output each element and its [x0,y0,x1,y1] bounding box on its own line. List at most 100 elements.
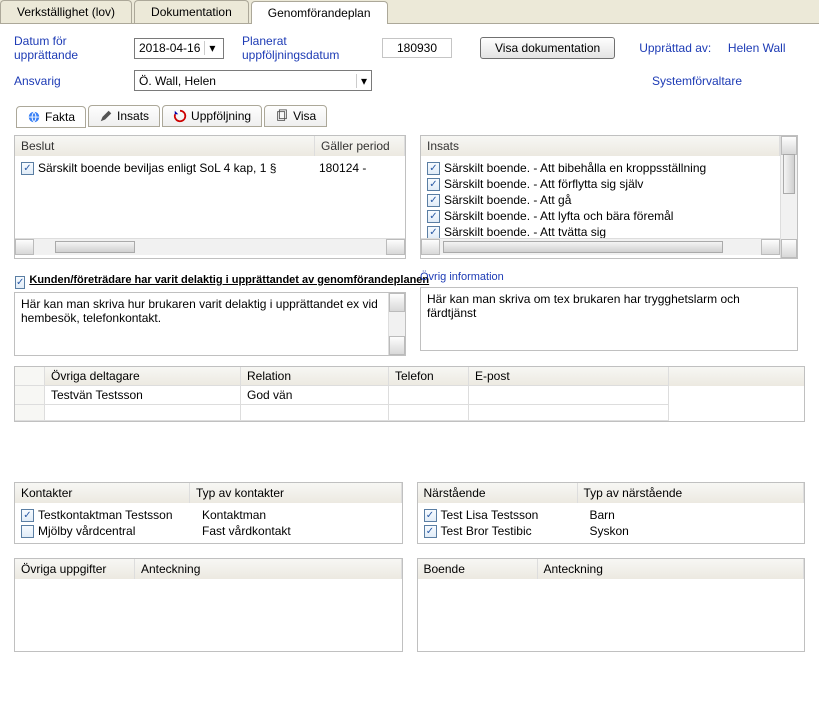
vertical-scrollbar[interactable] [780,136,797,258]
insats-text: Särskilt boende. - Att förflytta sig sjä… [444,177,643,191]
checkbox-icon[interactable]: ✓ [427,210,440,223]
narst-typ-header: Typ av närstående [578,483,805,503]
insats-text: Särskilt boende. - Att tvätta sig [444,225,606,238]
list-item[interactable]: ✓ Mjölby vårdcentral Fast vårdkontakt [21,523,396,539]
checkbox-icon[interactable]: ✓ [427,162,440,175]
checkbox-icon[interactable]: ✓ [424,509,437,522]
insats-header: Insats [421,136,780,156]
created-by-label: Upprättad av: [639,41,711,55]
refresh-icon [173,109,187,123]
insats-text: Särskilt boende. - Att bibehålla en krop… [444,161,706,175]
chevron-down-icon[interactable]: ▾ [204,41,215,55]
list-item[interactable]: ✓ Testkontaktman Testsson Kontaktman [21,507,396,523]
checkbox-icon[interactable]: ✓ [21,525,34,538]
narst-namn: Test Lisa Testsson [441,508,586,522]
tab-verkstallighet[interactable]: Verkställighet (lov) [0,0,132,23]
tab-dokumentation[interactable]: Dokumentation [134,0,249,23]
col-ovriga-deltagare: Övriga deltagare [45,367,241,386]
sub-tab-bar: Fakta Insats Uppföljning Visa [16,105,819,127]
narst-header: Närstående [418,483,578,503]
responsible-label: Ansvarig [14,74,134,88]
tab-uppfoljning-label: Uppföljning [191,109,251,123]
ovriga-uppg-header: Övriga uppgifter [15,559,135,579]
kontakter-panel: Kontakter Typ av kontakter ✓ Testkontakt… [14,482,403,544]
tab-visa-label: Visa [293,109,316,123]
narst-namn: Test Bror Testibic [441,524,586,538]
date-value: 2018-04-16 [139,41,200,55]
insats-row[interactable]: ✓ Särskilt boende. - Att förflytta sig sj… [427,176,774,192]
list-item[interactable]: ✓ Test Lisa Testsson Barn [424,507,799,523]
top-tab-bar: Verkställighet (lov) Dokumentation Genom… [0,0,819,24]
list-item[interactable]: ✓ Test Bror Testibic Syskon [424,523,799,539]
boende-header: Boende [418,559,538,579]
vertical-scrollbar[interactable] [388,293,405,355]
ovriga-uppg-body[interactable] [15,579,402,587]
insats-row[interactable]: ✓Särskilt boende. - Att gå [427,192,774,208]
kontakt-typ: Fast vårdkontakt [202,524,291,538]
beslut-row[interactable]: ✓ Särskilt boende beviljas enligt SoL 4 … [21,160,399,176]
system-admin-label: Systemförvaltare [652,74,742,88]
kund-body-text: Här kan man skriva hur brukaren varit de… [21,297,378,325]
beslut-text: Särskilt boende beviljas enligt SoL 4 ka… [38,161,315,175]
anteckning-header: Anteckning [135,559,402,579]
insats-panel: Insats ✓ Särskilt boende. - Att bibehålla… [420,135,798,259]
cell-namn[interactable]: Testvän Testsson [45,386,241,405]
cell-epost[interactable] [469,386,669,405]
tab-uppfoljning[interactable]: Uppföljning [162,105,262,127]
boende-panel: Boende Anteckning [417,558,806,652]
checkbox-icon[interactable]: ✓ [21,509,34,522]
checkbox-icon[interactable]: ✓ [424,525,437,538]
tab-fakta[interactable]: Fakta [16,106,86,128]
ovrig-info-label: Övrig information [420,271,798,283]
responsible-dropdown[interactable]: Ö. Wall, Helen ▾ [134,70,372,91]
anteckning-header: Anteckning [538,559,805,579]
insats-row[interactable]: ✓ Särskilt boende. - Att lyfta och bära f… [427,208,774,224]
beslut-header: Beslut [15,136,315,156]
tab-fakta-label: Fakta [45,110,75,124]
kontakter-header: Kontakter [15,483,190,503]
date-label: Datum för upprättande [14,34,134,62]
chevron-down-icon[interactable]: ▾ [356,74,367,88]
ovrig-info-text: Här kan man skriva om tex brukaren har t… [427,292,740,320]
row-header-blank [15,367,45,386]
checkbox-icon[interactable]: ✓ [427,178,440,191]
ovrig-info-textbox[interactable]: Här kan man skriva om tex brukaren har t… [420,287,798,351]
kund-title: Kunden/företrädare har varit delaktig i … [29,274,429,286]
checkbox-icon[interactable]: ✓ [15,276,25,289]
kontakt-namn: Mjölby vårdcentral [38,524,198,538]
beslut-panel: Beslut Gäller period ✓ Särskilt boende b… [14,135,406,259]
created-by-value: Helen Wall [728,41,786,55]
table-row[interactable]: Testvän Testsson God vän [15,386,804,405]
horizontal-scrollbar[interactable] [421,238,780,255]
narst-typ: Barn [590,508,615,522]
narstaende-panel: Närstående Typ av närstående ✓ Test Lisa… [417,482,806,544]
checkbox-icon[interactable]: ✓ [427,194,440,207]
checkbox-icon[interactable]: ✓ [21,162,34,175]
insats-row[interactable]: ✓ Särskilt boende. - Att tvätta sig [427,224,774,238]
deltagare-table: Övriga deltagare Relation Telefon E-post… [14,366,805,422]
tab-insats[interactable]: Insats [88,105,160,127]
horizontal-scrollbar[interactable] [15,238,405,255]
cell-telefon[interactable] [389,386,469,405]
boende-body[interactable] [418,579,805,587]
kund-panel: ✓ Kunden/företrädare har varit delaktig … [14,271,406,356]
kontakter-typ-header: Typ av kontakter [190,483,402,503]
narst-typ: Syskon [590,524,629,538]
kontakt-namn: Testkontaktman Testsson [38,508,198,522]
table-row[interactable] [15,405,804,421]
cell-relation[interactable]: God vän [241,386,389,405]
planned-date-input[interactable]: 180930 [382,38,452,58]
tab-visa[interactable]: Visa [264,105,327,127]
checkbox-icon[interactable]: ✓ [427,226,440,239]
date-dropdown[interactable]: 2018-04-16 ▾ [134,38,224,59]
tab-insats-label: Insats [117,109,149,123]
insats-row[interactable]: ✓ Särskilt boende. - Att bibehålla en kro… [427,160,774,176]
kund-textbox[interactable]: Här kan man skriva hur brukaren varit de… [14,292,406,356]
globe-icon [27,110,41,124]
row-selector[interactable] [15,386,45,405]
tab-genomforandeplan[interactable]: Genomförandeplan [251,1,388,24]
insats-text: Särskilt boende. - Att lyfta och bära fö… [444,209,673,223]
period-header: Gäller period [315,136,405,156]
show-documentation-button[interactable]: Visa dokumentation [480,37,615,59]
ovriga-uppgifter-panel: Övriga uppgifter Anteckning [14,558,403,652]
